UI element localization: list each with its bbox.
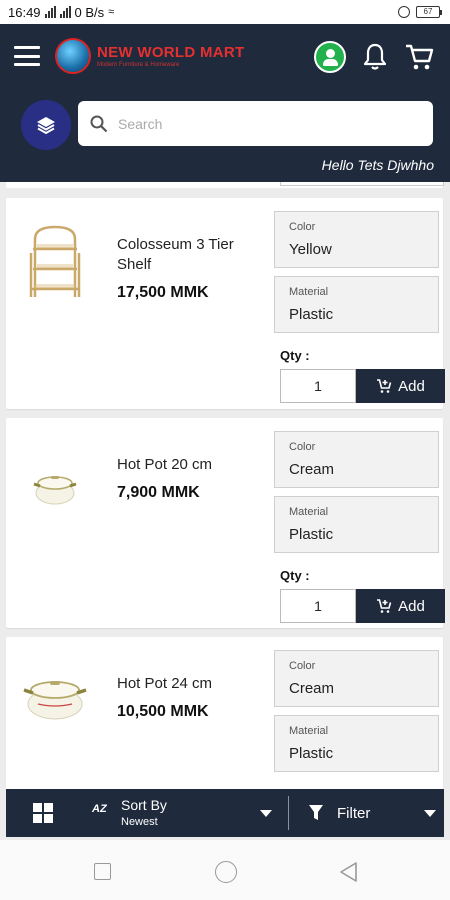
grid-icon[interactable] [33, 803, 53, 823]
network-speed: 0 B/s [74, 4, 105, 20]
back-icon[interactable] [338, 861, 358, 883]
color-select[interactable]: Color Cream [274, 431, 439, 488]
home-icon[interactable] [215, 861, 237, 883]
search-bar[interactable] [78, 101, 433, 146]
material-value: Plastic [289, 745, 334, 762]
categories-button[interactable] [21, 100, 71, 150]
product-price: 10,500 MMK [117, 703, 209, 720]
product-list[interactable]: Colosseum 3 Tier Shelf 17,500 MMK Color … [0, 182, 450, 789]
add-label: Add [398, 377, 425, 395]
qty-input[interactable]: 1 [280, 589, 356, 623]
bell-icon[interactable] [362, 42, 388, 72]
color-label: Color [289, 441, 316, 453]
account-icon[interactable] [314, 41, 346, 73]
hot-pot-icon [33, 476, 77, 505]
divider [288, 796, 289, 830]
material-select[interactable]: Material Plastic [274, 715, 439, 772]
user-greeting: Hello Tets Djwhho [321, 157, 434, 173]
product-image[interactable] [20, 225, 90, 297]
battery-level: 67 [416, 6, 440, 18]
material-value: Plastic [289, 306, 334, 323]
product-card: Hot Pot 20 cm 7,900 MMK Color Cream Mate… [6, 418, 445, 628]
data-saver-icon [398, 6, 410, 18]
qty-label: Qty : [280, 568, 310, 583]
product-image[interactable] [20, 663, 90, 733]
hamburger-menu-icon[interactable] [14, 46, 40, 66]
globe-logo-icon [55, 38, 91, 74]
cart-icon[interactable] [404, 42, 434, 72]
material-select[interactable]: Material Plastic [274, 276, 439, 333]
search-input[interactable] [118, 115, 408, 132]
cart-plus-icon [377, 379, 392, 393]
qty-label: Qty : [280, 348, 310, 363]
add-to-cart-button[interactable]: Add [356, 369, 445, 403]
chevron-down-icon[interactable] [424, 810, 436, 817]
signal-icon [44, 6, 56, 18]
material-label: Material [289, 286, 329, 298]
battery-icon: 67 [416, 6, 442, 18]
add-label: Add [398, 597, 425, 615]
filter-button[interactable]: Filter [337, 805, 370, 822]
color-value: Yellow [289, 241, 332, 258]
color-select[interactable]: Color Cream [274, 650, 439, 707]
product-name[interactable]: Hot Pot 20 cm [117, 455, 267, 475]
material-select[interactable]: Material Plastic [274, 496, 439, 553]
brand-logo[interactable]: NEW WORLD MART Modern Furniture & Homewa… [55, 38, 245, 74]
product-image[interactable] [20, 454, 90, 524]
product-card: Hot Pot 24 cm 10,500 MMK Color Cream Mat… [6, 637, 443, 789]
color-value: Cream [289, 680, 335, 697]
brand-tagline: Modern Furniture & Homeware [97, 62, 180, 68]
material-label: Material [289, 506, 329, 518]
chevron-down-icon[interactable] [260, 810, 272, 817]
color-select[interactable]: Color Yellow [274, 211, 439, 268]
sort-dropdown[interactable]: Sort By Newest [121, 797, 167, 828]
recents-icon[interactable] [94, 863, 111, 880]
sort-filter-toolbar: AZ Sort By Newest Filter [6, 789, 444, 837]
status-time: 16:49 [8, 4, 41, 20]
qty-input[interactable]: 1 [280, 369, 356, 403]
add-to-cart-button[interactable]: Add [356, 589, 445, 623]
color-label: Color [289, 221, 316, 233]
color-value: Cream [289, 461, 335, 478]
status-bar: 16:49 0 B/s ≈ 67 [0, 0, 450, 24]
previous-card-edge [6, 182, 444, 188]
color-label: Color [289, 660, 316, 672]
signal-icon-2 [59, 6, 71, 18]
material-label: Material [289, 725, 329, 737]
product-price: 17,500 MMK [117, 284, 209, 301]
filter-icon[interactable] [309, 805, 323, 821]
sort-title: Sort By [121, 797, 167, 813]
sort-value: Newest [121, 816, 158, 828]
system-navigation-bar [0, 840, 450, 900]
app-header: NEW WORLD MART Modern Furniture & Homewa… [0, 24, 450, 182]
brand-name: NEW WORLD MART [97, 44, 245, 61]
search-icon [90, 115, 108, 132]
material-value: Plastic [289, 526, 334, 543]
cart-plus-icon [377, 599, 392, 613]
az-sort-icon[interactable]: AZ [92, 803, 107, 815]
layers-icon [37, 117, 55, 135]
product-card: Colosseum 3 Tier Shelf 17,500 MMK Color … [6, 198, 445, 409]
wifi-icon: ≈ [108, 6, 115, 18]
product-price: 7,900 MMK [117, 484, 200, 501]
hot-pot-icon [23, 681, 87, 720]
product-name[interactable]: Hot Pot 24 cm [117, 674, 267, 694]
product-name[interactable]: Colosseum 3 Tier Shelf [117, 235, 267, 275]
shelf-icon [29, 225, 81, 297]
